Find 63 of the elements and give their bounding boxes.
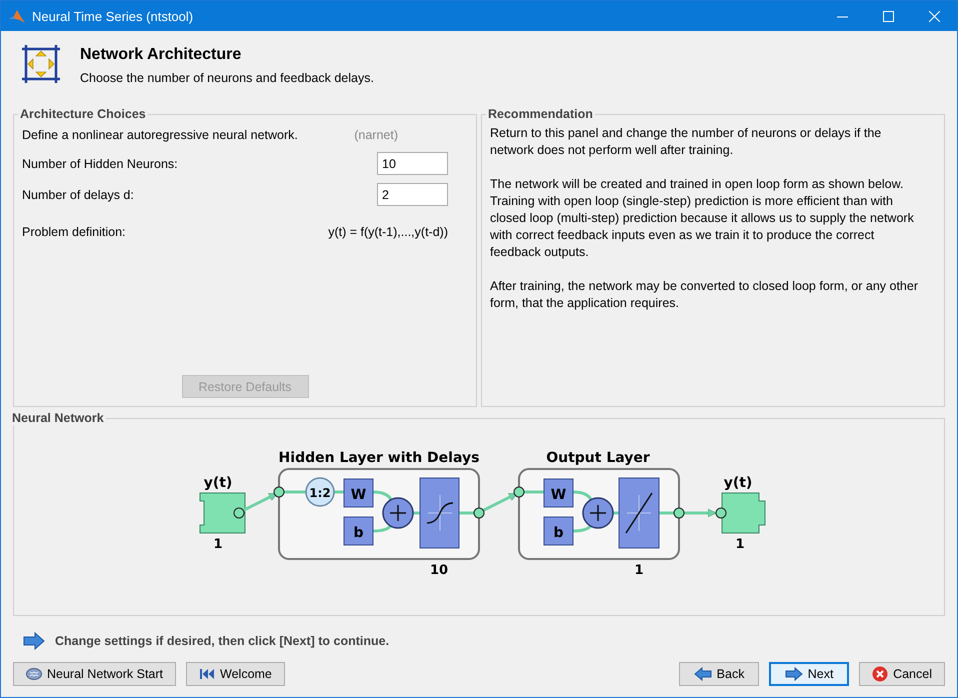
- close-icon[interactable]: [929, 10, 940, 22]
- input-label: y(t): [204, 475, 232, 491]
- input-size: 1: [213, 537, 223, 552]
- connection-arrow: [684, 508, 716, 518]
- layer-size: 1: [634, 563, 644, 578]
- sum-icon: [382, 497, 414, 529]
- weight-block: [544, 478, 574, 508]
- right-arrow-icon: [23, 632, 45, 650]
- panel-legend: Architecture Choices: [18, 107, 148, 121]
- problem-formula: y(t) = f(y(t-1),...,y(t-d)): [328, 225, 448, 239]
- output-label: y(t): [724, 475, 752, 491]
- output-size: 1: [735, 537, 745, 552]
- layer-size: 10: [430, 563, 448, 578]
- field-label: Number of Hidden Neurons:: [22, 156, 178, 170]
- nav-button[interactable]: Cancel: [859, 662, 945, 686]
- node-dot: [674, 508, 684, 518]
- output-block: [722, 492, 766, 534]
- recommendation-paragraph: After training, the network may be converted to closed loop form, or any other form, that the application requires.: [490, 278, 919, 312]
- field-label: Number of delays d:: [22, 188, 134, 202]
- cancel-icon: [872, 666, 888, 682]
- model-name: (narnet): [354, 128, 398, 142]
- bias-label: b: [553, 525, 564, 541]
- connection-arrow: [241, 492, 278, 512]
- peak-logo-icon: [9, 8, 25, 24]
- page-subtitle: Choose the number of neurons and feedback delays.: [80, 71, 374, 85]
- panel-legend: Neural Network: [10, 411, 106, 425]
- nav-button[interactable]: Neural Network Start: [13, 662, 176, 686]
- sum-icon: [582, 497, 614, 529]
- node-dot: [716, 508, 726, 518]
- bias-label: b: [353, 525, 364, 541]
- node-dot: [474, 508, 484, 518]
- panel-legend: Recommendation: [486, 107, 595, 121]
- hint-text: Change settings if desired, then click [Next] to continue.: [55, 634, 390, 648]
- weight-block: [344, 478, 374, 508]
- layer-title: Output Layer: [546, 450, 650, 466]
- recommendation-paragraph: The network will be created and trained in open loop form as shown below. Training with open loop (single-step) prediction is more efficient than with closed loop (multi-step) prediction because it allows us to supply the network with correct feedback inputs even as we train it to produce the correct feedback outputs.: [490, 176, 915, 261]
- input-field[interactable]: 2: [377, 183, 448, 206]
- weight-label: W: [550, 487, 566, 503]
- rewind-icon: [199, 668, 216, 680]
- node-dot: [274, 486, 284, 498]
- description-text: Define a nonlinear autoregressive neural network.: [22, 128, 298, 142]
- linear-block: [618, 478, 660, 548]
- architecture-icon: [20, 43, 62, 85]
- left-arrow-icon: [694, 667, 712, 681]
- input-block: [200, 492, 246, 534]
- right-arrow-icon: [784, 667, 803, 681]
- input-field[interactable]: 10: [377, 152, 448, 175]
- clock-icon: 1:2: [305, 477, 335, 507]
- bias-block: [544, 516, 574, 546]
- nav-button[interactable]: Back: [679, 662, 760, 686]
- weight-label: W: [350, 487, 366, 503]
- bias-block: [344, 516, 374, 546]
- problem-label: Problem definition:: [22, 225, 126, 239]
- layer-title: Hidden Layer with Delays: [278, 450, 480, 466]
- sigmoid-block: [420, 478, 460, 548]
- window-title: Neural Time Series (ntstool): [32, 8, 194, 24]
- connection-arrow: [481, 492, 518, 512]
- nav-button[interactable]: Welcome: [186, 662, 285, 686]
- page-title: Network Architecture: [80, 46, 242, 64]
- node-dot: [514, 486, 524, 498]
- maximize-icon[interactable]: [883, 10, 894, 22]
- nav-button[interactable]: Next: [769, 662, 850, 686]
- recommendation-paragraph: Return to this panel and change the number of neurons or delays if the network does not perform well after training.: [490, 125, 882, 159]
